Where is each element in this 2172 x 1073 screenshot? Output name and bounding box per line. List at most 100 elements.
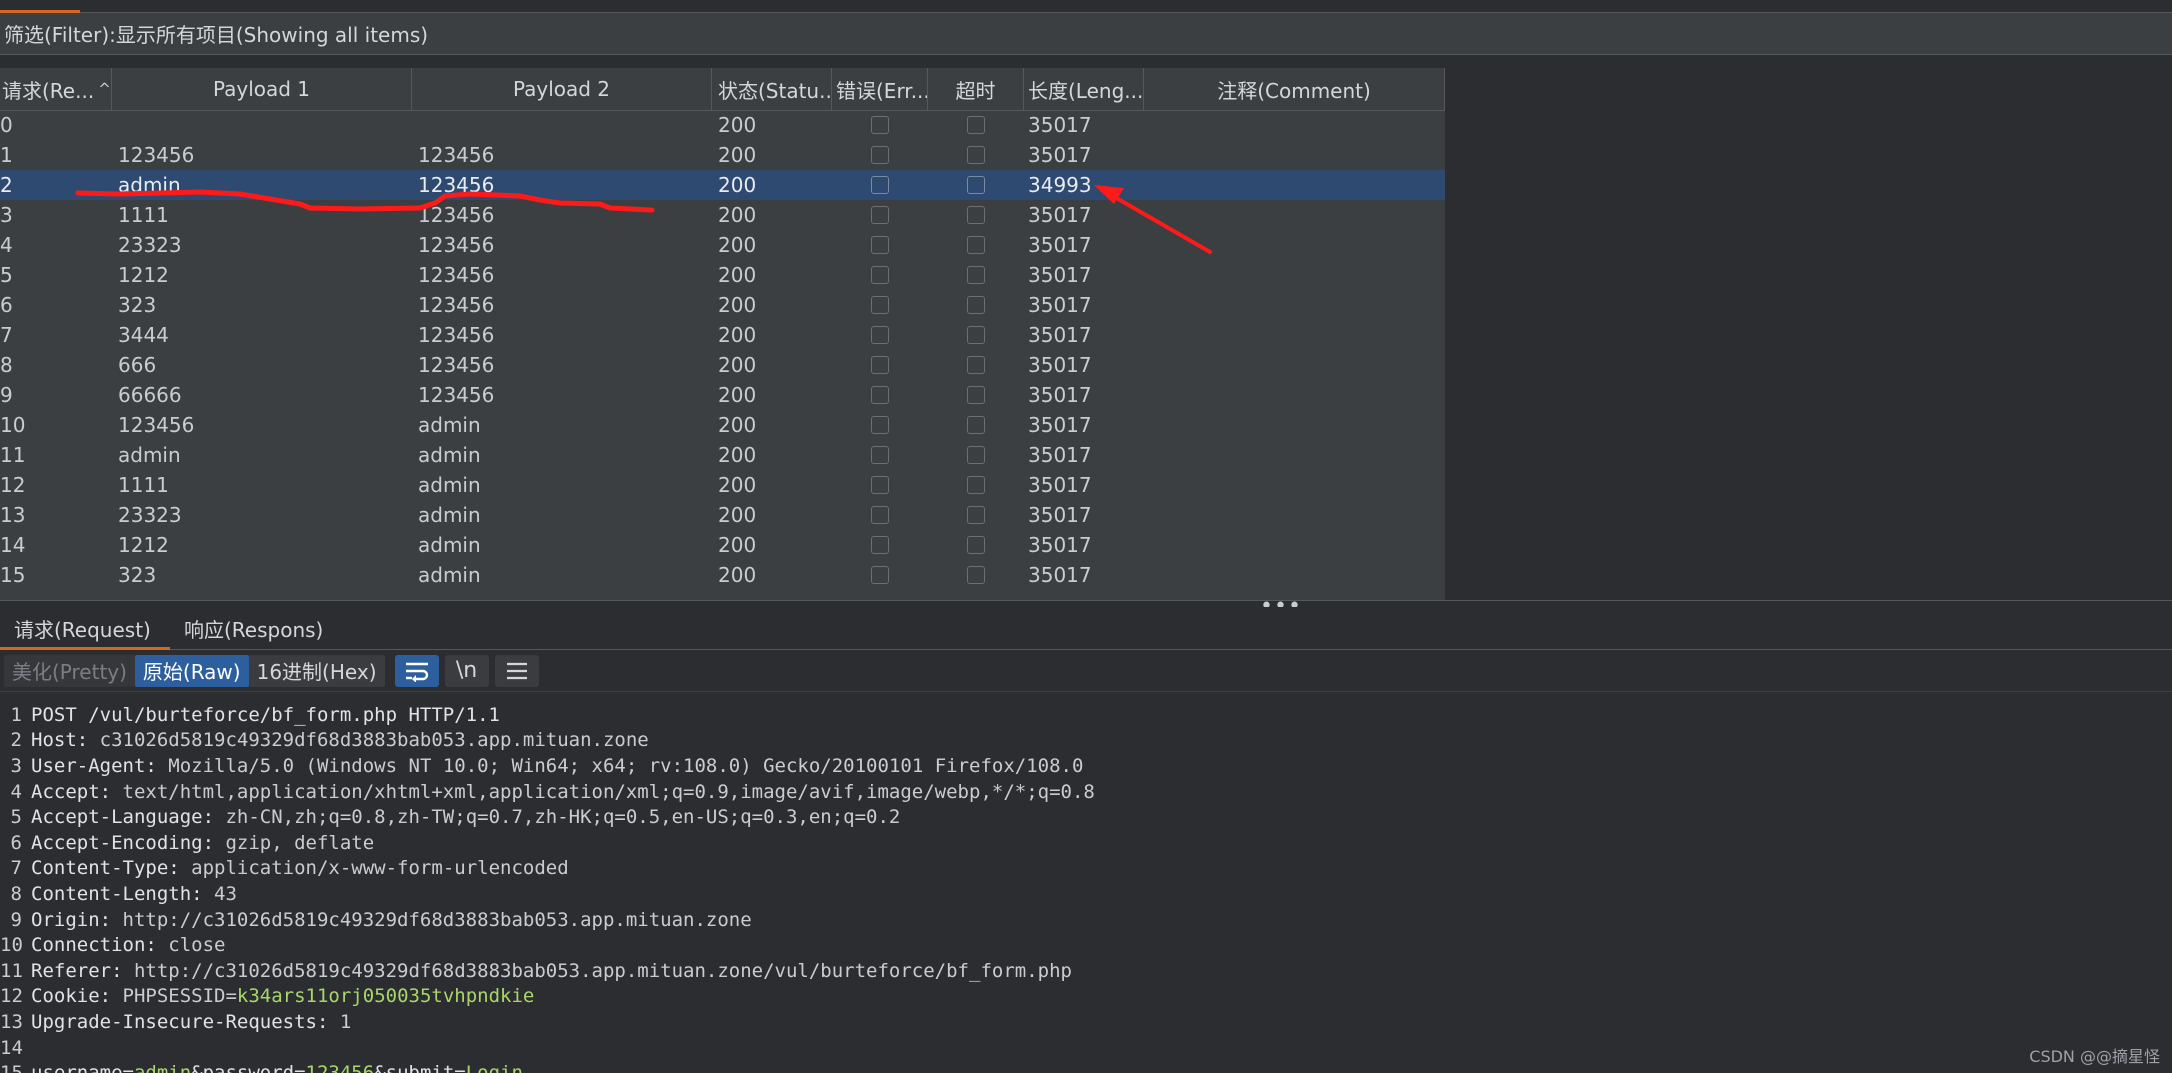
cell-error xyxy=(832,350,928,380)
header-name: Host: xyxy=(31,729,89,752)
column-header-length[interactable]: 长度(Leng... xyxy=(1024,68,1144,110)
column-header-comment-label: 注释(Comment) xyxy=(1217,78,1371,103)
table-header: 请求(Re... ^ Payload 1 Payload 2 状态(Statu.… xyxy=(0,68,1445,111)
table-row[interactable]: 0 200 35017 xyxy=(0,110,1445,140)
cell-length: 35017 xyxy=(1028,113,1092,137)
column-header-status[interactable]: 状态(Statu... xyxy=(712,68,832,110)
cell-payload1: admin xyxy=(118,173,181,197)
line-number: 7 xyxy=(10,857,22,880)
line-number: 13 xyxy=(0,1010,23,1033)
table-row[interactable]: 7 3444 123456 200 35017 xyxy=(0,320,1445,350)
timeout-checkbox xyxy=(967,266,985,284)
raw-view-button[interactable]: 原始(Raw) xyxy=(134,654,249,687)
table-row[interactable]: 2 admin 123456 200 34993 xyxy=(0,170,1445,200)
cell-payload2: 123456 xyxy=(418,203,495,227)
cell-payload1: 666 xyxy=(118,353,157,377)
hex-view-button[interactable]: 16进制(Hex) xyxy=(248,654,385,687)
cell-timeout xyxy=(928,440,1024,470)
cell-status: 200 xyxy=(718,233,757,257)
column-header-error-label: 错误(Err... xyxy=(836,78,928,103)
cell-payload1: admin xyxy=(118,443,181,467)
cell-comment xyxy=(1144,290,1445,320)
filter-bar[interactable]: 筛选(Filter):显示所有项目(Showing all items) xyxy=(0,13,2172,55)
cell-length: 35017 xyxy=(1028,383,1092,407)
param-value-submit: Login xyxy=(466,1062,523,1073)
message-tabs: 请求(Request) 响应(Respons) xyxy=(0,607,2172,650)
header-value: c31026d5819c49329df68d3883bab053.app.mit… xyxy=(88,729,649,752)
cell-length: 35017 xyxy=(1028,563,1092,587)
cell-timeout xyxy=(928,200,1024,230)
cell-timeout xyxy=(928,230,1024,260)
cell-timeout xyxy=(928,410,1024,440)
cell-error xyxy=(832,230,928,260)
table-row[interactable]: 13 23323 admin 200 35017 xyxy=(0,500,1445,530)
table-row[interactable]: 14 1212 admin 200 35017 xyxy=(0,530,1445,560)
cell-error xyxy=(832,470,928,500)
line-number: 5 xyxy=(10,806,22,829)
tab-request[interactable]: 请求(Request) xyxy=(0,607,170,650)
line-number: 11 xyxy=(0,959,23,982)
column-header-request[interactable]: 请求(Re... ^ xyxy=(0,68,112,110)
line-number: 15 xyxy=(0,1062,31,1073)
request-line: 4 Accept: text/html,application/xhtml+xml… xyxy=(0,779,2172,805)
tab-response[interactable]: 响应(Respons) xyxy=(170,607,337,649)
cell-payload2: 123456 xyxy=(418,233,495,257)
timeout-checkbox xyxy=(967,416,985,434)
table-row[interactable]: 4 23323 123456 200 35017 xyxy=(0,230,1445,260)
cell-status: 200 xyxy=(718,383,757,407)
timeout-checkbox xyxy=(967,176,985,194)
cell-error xyxy=(832,560,928,590)
results-table: 请求(Re... ^ Payload 1 Payload 2 状态(Statu.… xyxy=(0,68,2172,600)
raw-request-editor[interactable]: 1 POST /vul/burteforce/bf_form.php HTTP/1… xyxy=(0,693,2172,1073)
menu-icon[interactable] xyxy=(494,654,539,687)
table-row[interactable]: 10 123456 admin 200 35017 xyxy=(0,410,1445,440)
cell-request: 13 xyxy=(0,503,26,527)
cell-status: 200 xyxy=(718,293,757,317)
request-line: 6 Accept-Encoding: gzip, deflate xyxy=(0,830,2172,856)
table-row[interactable]: 3 1111 123456 200 35017 xyxy=(0,200,1445,230)
header-name: Origin: xyxy=(31,908,112,931)
cell-status: 200 xyxy=(718,353,757,377)
column-header-payload1[interactable]: Payload 1 xyxy=(112,68,412,110)
column-header-error[interactable]: 错误(Err... xyxy=(832,68,928,110)
newline-icon[interactable]: \n xyxy=(444,654,489,687)
sort-ascending-icon: ^ xyxy=(98,80,111,98)
cell-status: 200 xyxy=(718,143,757,167)
column-header-comment[interactable]: 注释(Comment) xyxy=(1144,68,1445,110)
spacer xyxy=(0,56,2172,68)
header-value: 43 xyxy=(202,882,237,905)
column-header-timeout[interactable]: 超时 xyxy=(928,68,1024,110)
cell-payload1: 66666 xyxy=(118,383,182,407)
column-header-payload2[interactable]: Payload 2 xyxy=(412,68,712,110)
table-row[interactable]: 8 666 123456 200 35017 xyxy=(0,350,1445,380)
timeout-checkbox xyxy=(967,506,985,524)
cell-status: 200 xyxy=(718,473,757,497)
cell-request: 2 xyxy=(0,173,13,197)
header-name: Accept-Encoding: xyxy=(31,831,215,854)
table-row[interactable]: 12 1111 admin 200 35017 xyxy=(0,470,1445,500)
table-row[interactable]: 1 123456 123456 200 35017 xyxy=(0,140,1445,170)
cell-timeout xyxy=(928,140,1024,170)
timeout-checkbox xyxy=(967,476,985,494)
table-row[interactable]: 6 323 123456 200 35017 xyxy=(0,290,1445,320)
cell-payload1: 23323 xyxy=(118,233,182,257)
header-value: http://c31026d5819c49329df68d3883bab053.… xyxy=(122,959,1072,982)
request-lines-top: 1 POST /vul/burteforce/bf_form.php HTTP/1… xyxy=(0,702,2172,984)
request-line-cookie: 12 Cookie: PHPSESSID= k34ars11orj050035t… xyxy=(0,984,2172,1010)
table-row[interactable]: 5 1212 123456 200 35017 xyxy=(0,260,1445,290)
filter-text[interactable]: 筛选(Filter):显示所有项目(Showing all items) xyxy=(4,19,428,48)
wrap-lines-icon[interactable] xyxy=(394,654,439,687)
timeout-checkbox xyxy=(967,446,985,464)
header-name: Upgrade-Insecure-Requests: xyxy=(31,1010,329,1033)
line-number: 10 xyxy=(0,934,23,957)
pretty-view-button[interactable]: 美化(Pretty) xyxy=(4,654,135,687)
error-checkbox xyxy=(871,386,889,404)
table-row[interactable]: 9 66666 123456 200 35017 xyxy=(0,380,1445,410)
editor-toolbar: 美化(Pretty) 原始(Raw) 16进制(Hex) \n xyxy=(0,650,2172,692)
error-checkbox xyxy=(871,116,889,134)
table-row[interactable]: 11 admin admin 200 35017 xyxy=(0,440,1445,470)
header-value: zh-CN,zh;q=0.8,zh-TW;q=0.7,zh-HK;q=0.5,e… xyxy=(214,806,901,829)
table-row[interactable]: 15 323 admin 200 35017 xyxy=(0,560,1445,590)
error-checkbox xyxy=(871,536,889,554)
cell-comment xyxy=(1144,350,1445,380)
